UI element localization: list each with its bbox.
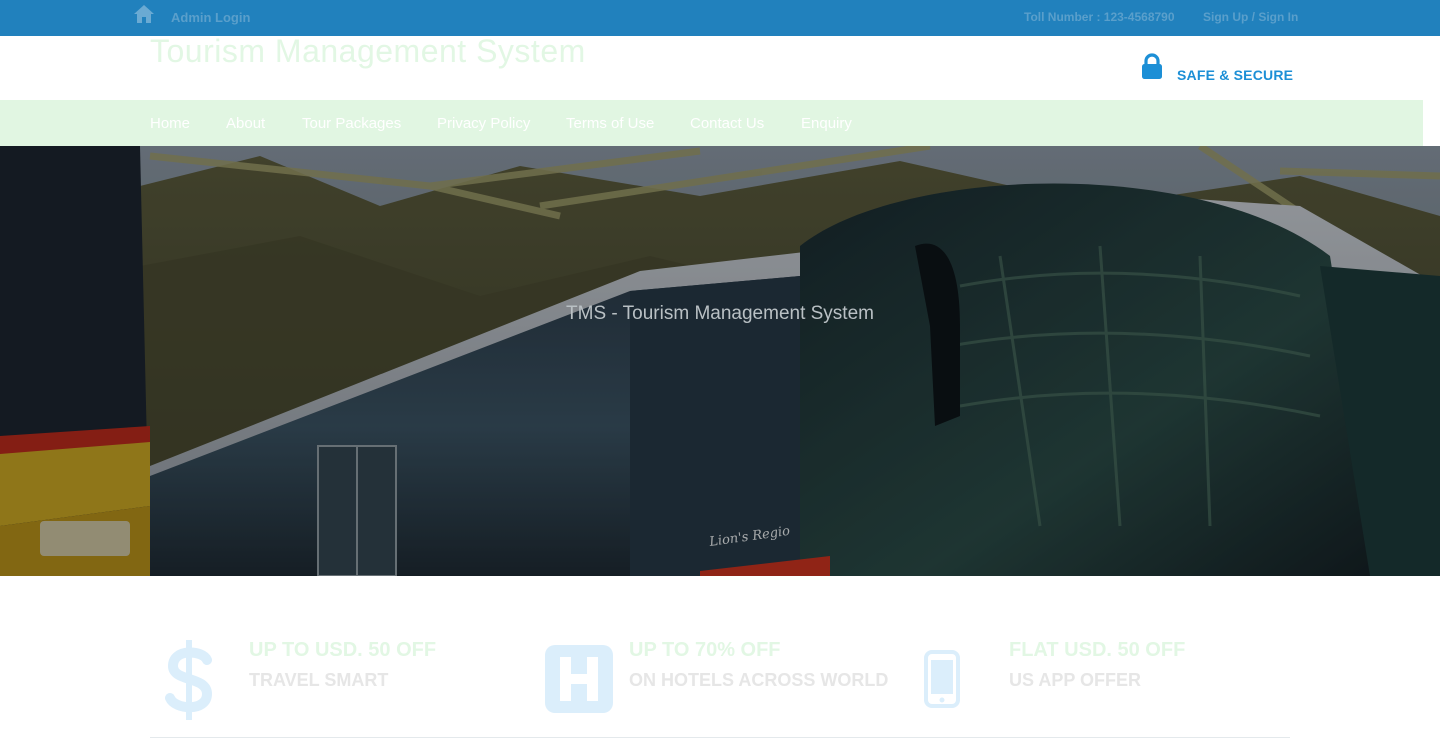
nav-terms-of-use[interactable]: Terms of Use	[566, 115, 654, 132]
nav-about[interactable]: About	[226, 115, 265, 132]
nav-tour-packages[interactable]: Tour Packages	[302, 115, 401, 132]
offer-travel-smart[interactable]: UP TO USD. 50 OFF TRAVEL SMART	[150, 620, 530, 730]
header: Tourism Management System SAFE & SECURE	[0, 33, 1440, 100]
offer-1-title: UP TO USD. 50 OFF	[249, 639, 437, 661]
lock-icon	[1141, 53, 1163, 81]
offer-app[interactable]: FLAT USD. 50 OFF US APP OFFER	[910, 620, 1290, 730]
offer-3-title: FLAT USD. 50 OFF	[1009, 639, 1186, 661]
safe-secure-label: SAFE & SECURE	[1177, 67, 1294, 83]
nav-home[interactable]: Home	[150, 115, 190, 132]
offer-2-title: UP TO 70% OFF	[629, 639, 781, 661]
site-title[interactable]: Tourism Management System	[150, 33, 586, 70]
mobile-icon	[924, 650, 960, 713]
offer-2-subtitle: ON HOTELS ACROSS WORLD	[629, 670, 889, 690]
hero-caption: TMS - Tourism Management System	[566, 303, 874, 324]
signup-signin-link[interactable]: Sign Up / Sign In	[1203, 10, 1298, 24]
offers-strip: UP TO USD. 50 OFF TRAVEL SMART UP TO 70%…	[150, 620, 1290, 738]
nav-privacy-policy[interactable]: Privacy Policy	[437, 115, 530, 132]
nav-enquiry[interactable]: Enquiry	[801, 115, 852, 132]
home-icon[interactable]	[133, 4, 155, 24]
hero-banner: Lion's Regio TMS - Tourism Management Sy…	[0, 146, 1440, 576]
offer-hotels[interactable]: UP TO 70% OFF ON HOTELS ACROSS WORLD	[530, 620, 910, 730]
toll-number: Toll Number : 123-4568790	[1024, 10, 1175, 24]
hotel-icon	[544, 644, 614, 719]
hero-image: Lion's Regio	[0, 146, 1440, 576]
nav-contact-us[interactable]: Contact Us	[690, 115, 764, 132]
top-bar: Admin Login Toll Number : 123-4568790 Si…	[0, 0, 1440, 36]
main-nav: Home About Tour Packages Privacy Policy …	[0, 100, 1423, 146]
admin-login-link[interactable]: Admin Login	[171, 10, 250, 25]
dollar-icon	[165, 638, 213, 727]
offer-3-subtitle: US APP OFFER	[1009, 670, 1142, 690]
offer-1-subtitle: TRAVEL SMART	[249, 670, 389, 690]
